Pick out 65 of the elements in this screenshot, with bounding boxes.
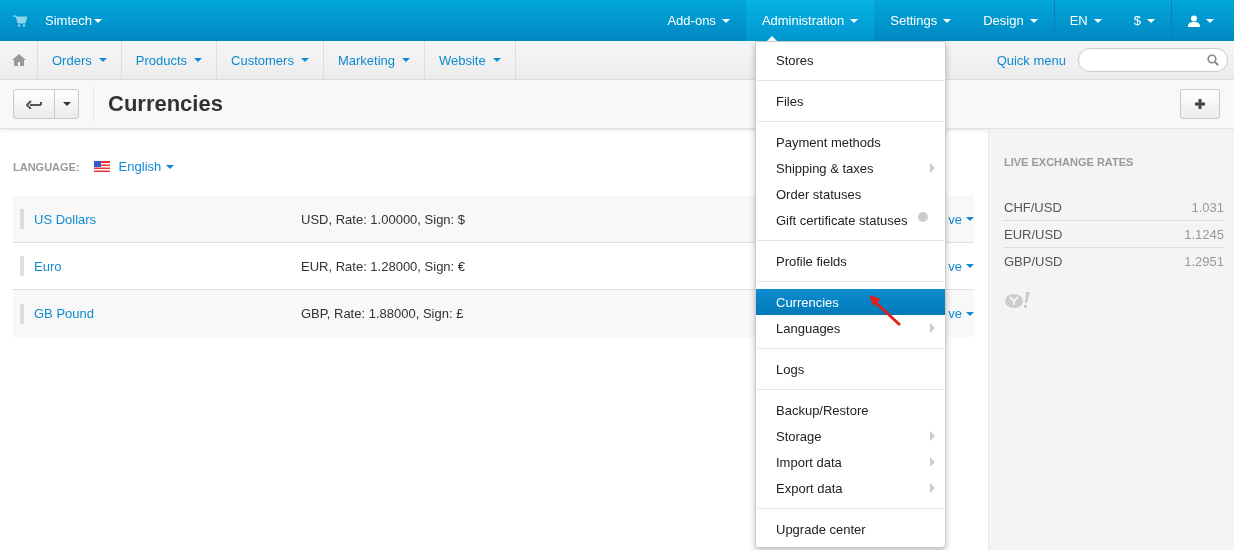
- menu-item[interactable]: Order statuses: [756, 181, 945, 207]
- currency-menu[interactable]: $: [1117, 0, 1171, 41]
- addon-icon: [917, 212, 928, 222]
- currency-pair: GBP/USD: [1004, 254, 1063, 269]
- rate-value: 1.031: [1191, 199, 1224, 215]
- submenu-arrow-icon: [930, 323, 935, 333]
- menu-item[interactable]: Shipping & taxes: [756, 155, 945, 181]
- menu-item[interactable]: Profile fields: [756, 248, 945, 274]
- currency-name[interactable]: GB Pound: [34, 306, 301, 321]
- menu-item[interactable]: Stores: [756, 47, 945, 73]
- menu-item[interactable]: Files: [756, 88, 945, 114]
- rate-value: 1.2951: [1184, 254, 1224, 269]
- status-menu[interactable]: ve: [948, 258, 974, 274]
- rate-value: 1.1245: [1184, 226, 1224, 242]
- currency-details: EUR, Rate: 1.28000, Sign: €: [301, 258, 466, 274]
- submenu-arrow-icon: [930, 163, 935, 173]
- back-arrow-icon: [26, 99, 42, 109]
- cart-icon[interactable]: [13, 14, 27, 27]
- language-selector[interactable]: English: [93, 159, 175, 174]
- top-menu-item[interactable]: Settings: [874, 0, 968, 41]
- caret-icon: [62, 102, 71, 106]
- currency-pair: CHF/USD: [1004, 199, 1062, 215]
- currency-name[interactable]: US Dollars: [34, 211, 301, 227]
- menu-item[interactable]: Languages: [756, 315, 945, 341]
- menu-item[interactable]: Export data: [756, 475, 945, 501]
- nav-menu-item[interactable]: Marketing: [322, 41, 424, 79]
- menu-item[interactable]: Logs: [756, 356, 945, 382]
- search-icon[interactable]: [1207, 54, 1219, 66]
- top-menu-item[interactable]: Add-ons: [651, 0, 746, 41]
- submenu-arrow-icon: [930, 483, 935, 493]
- search-field[interactable]: [1078, 48, 1228, 72]
- status-menu[interactable]: ve: [948, 211, 974, 227]
- user-icon: [1188, 14, 1200, 27]
- quick-menu-link[interactable]: Quick menu: [996, 52, 1066, 68]
- home-icon: [11, 54, 26, 66]
- status-menu[interactable]: ve: [948, 306, 974, 321]
- language-label: LANGUAGE:: [13, 160, 80, 173]
- top-menu-item[interactable]: Design: [967, 0, 1054, 41]
- nav-menu-item[interactable]: Products: [120, 41, 217, 79]
- submenu-arrow-icon: [930, 457, 935, 467]
- currency-details: GBP, Rate: 1.88000, Sign: £: [301, 306, 464, 321]
- arrow-drawing: [866, 292, 904, 328]
- currency-pair: EUR/USD: [1004, 226, 1063, 242]
- menu-item[interactable]: Payment methods: [756, 129, 945, 155]
- menu-item[interactable]: Import data: [756, 449, 945, 475]
- menu-item[interactable]: Gift certificate statuses: [756, 207, 945, 233]
- drag-handle[interactable]: [20, 256, 24, 276]
- store-menu[interactable]: Simtech: [43, 0, 102, 41]
- currency-name[interactable]: Euro: [34, 258, 301, 274]
- menu-item[interactable]: Upgrade center: [756, 516, 945, 542]
- submenu-arrow-icon: [930, 431, 935, 441]
- top-menu-item[interactable]: Administration: [745, 0, 875, 41]
- nav-menu-item[interactable]: Website: [424, 41, 515, 79]
- yahoo-icon: [1004, 291, 1032, 309]
- nav-menu-item[interactable]: Customers: [216, 41, 323, 79]
- page-title: Currencies: [93, 86, 223, 122]
- menu-item[interactable]: Currencies: [756, 289, 945, 315]
- flag-icon: [93, 161, 110, 172]
- menu-item[interactable]: Storage: [756, 423, 945, 449]
- nav-menu-item[interactable]: Orders: [37, 41, 121, 79]
- menu-item[interactable]: Backup/Restore: [756, 397, 945, 423]
- add-button[interactable]: [1180, 89, 1220, 119]
- plus-icon: [1194, 98, 1206, 110]
- currency-details: USD, Rate: 1.00000, Sign: $: [301, 211, 466, 227]
- sidebar-title: LIVE EXCHANGE RATES: [1004, 156, 1135, 168]
